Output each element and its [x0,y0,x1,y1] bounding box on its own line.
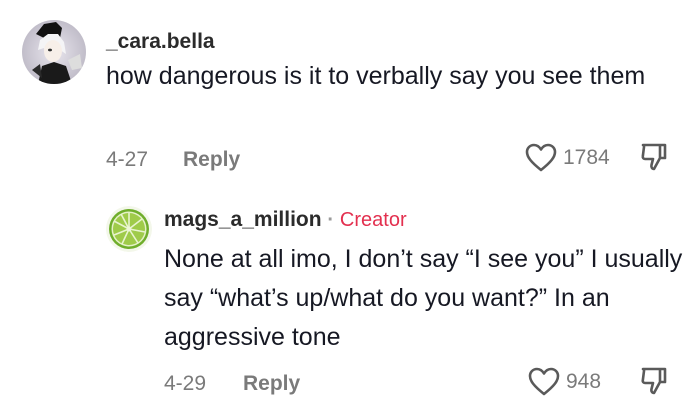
thumbs-down-icon [641,367,667,395]
reply-button[interactable]: Reply [243,372,300,396]
reply-username-row: mags_a_million · Creator [164,208,407,232]
creator-badge: Creator [339,209,407,231]
comment-reply: mags_a_million · Creator None at all imo… [0,200,700,410]
comment-date: 4-29 [164,372,207,395]
dislike-button[interactable] [640,141,670,178]
lime-slice-avatar-icon [106,206,152,252]
comment-text: None at all imo, I don’t say “I see you”… [164,245,683,351]
heart-icon [525,143,557,172]
comment-top-level: _cara.bella how dangerous is it to verba… [0,0,700,200]
dislike-button[interactable] [640,365,670,402]
like-button[interactable]: 948 [528,367,601,397]
heart-icon [528,367,560,396]
like-button[interactable]: 1784 [525,143,610,173]
separator-dot: · [327,209,335,231]
thumbs-down-icon [641,143,667,171]
comment-text: how dangerous is it to verbally say you … [106,62,646,90]
like-count: 948 [566,370,602,393]
comment-username[interactable]: _cara.bella [106,30,215,54]
like-count: 1784 [563,146,610,169]
user-avatar[interactable] [106,206,152,252]
comment-date: 4-27 [106,148,149,171]
anime-character-avatar-icon [22,20,86,84]
reply-button[interactable]: Reply [183,148,240,172]
user-avatar[interactable] [22,20,86,84]
comment-username[interactable]: mags_a_million [164,208,322,231]
